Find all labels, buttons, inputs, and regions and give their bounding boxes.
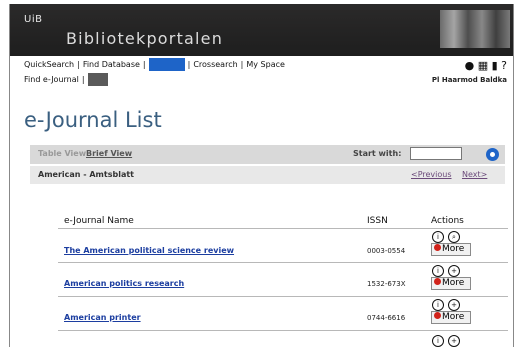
nav-find-ejournal-active[interactable] xyxy=(148,58,185,71)
lock-icon[interactable]: ▮ xyxy=(492,59,498,72)
table-view-link[interactable]: Table View xyxy=(38,149,86,158)
row-actions: i + xyxy=(432,335,464,347)
more-icon xyxy=(434,312,441,319)
info-icon[interactable]: i xyxy=(432,299,444,311)
row-actions: i ⌕ xyxy=(432,231,464,243)
col-header-actions: Actions xyxy=(431,216,464,226)
row-actions: i + xyxy=(432,265,464,277)
header-divider xyxy=(58,228,508,229)
journal-issn: 1532-673X xyxy=(367,280,406,288)
search-icon[interactable]: ⌕ xyxy=(448,231,460,243)
range-bar: American - Amtsblatt <Previous Next> xyxy=(30,166,505,184)
header-icons: ● ▦ ▮ ? xyxy=(465,59,507,72)
nav-ejournal-list[interactable] xyxy=(87,73,108,86)
add-icon[interactable]: + xyxy=(448,265,460,277)
globe-icon[interactable]: ● xyxy=(465,59,475,72)
go-button[interactable] xyxy=(486,148,499,161)
more-icon xyxy=(434,244,441,251)
user-name: Pl Haarmod Baldka xyxy=(431,76,507,84)
nav-quicksearch[interactable]: QuickSearch xyxy=(24,60,74,69)
journal-link[interactable]: American politics research xyxy=(64,279,184,288)
info-icon[interactable]: i xyxy=(432,335,444,347)
start-with-label: Start with: xyxy=(353,149,402,158)
info-icon[interactable]: i xyxy=(432,231,444,243)
journal-issn: 0003-0554 xyxy=(367,247,406,255)
range-label: American - Amtsblatt xyxy=(38,170,134,179)
row-divider xyxy=(58,330,508,331)
header: UiB Bibliotekportalen QuickSearch | Find D… xyxy=(10,4,513,94)
more-icon xyxy=(434,278,441,285)
journal-link[interactable]: The American political science review xyxy=(64,246,234,255)
nav-crossearch[interactable]: Crossearch xyxy=(193,60,237,69)
page-title: e-Journal List xyxy=(24,108,162,132)
info-icon[interactable]: i xyxy=(432,265,444,277)
next-link[interactable]: Next> xyxy=(462,170,487,179)
nav-my-space[interactable]: My Space xyxy=(246,60,285,69)
col-header-name: e-Journal Name xyxy=(64,216,134,226)
primary-nav: QuickSearch | Find Database | | Crossearch | My… xyxy=(24,58,285,71)
row-divider xyxy=(58,296,508,297)
secondary-nav: Find e-Journal | xyxy=(24,73,108,86)
row-divider xyxy=(58,262,508,263)
row-actions: i + xyxy=(432,299,464,311)
more-button[interactable]: More xyxy=(431,243,471,256)
library-icon[interactable]: ▦ xyxy=(478,59,488,72)
nav-find-database[interactable]: Find Database xyxy=(83,60,140,69)
journal-link[interactable]: American printer xyxy=(64,313,141,322)
view-toolbar: Table View Brief View Start with: xyxy=(30,145,505,164)
journal-issn: 0744-6616 xyxy=(367,314,406,322)
uib-logo: UiB xyxy=(24,14,43,25)
col-header-issn: ISSN xyxy=(367,216,388,226)
start-with-input[interactable] xyxy=(410,147,462,160)
browser-frame: UiB Bibliotekportalen QuickSearch | Find D… xyxy=(9,4,514,347)
help-icon[interactable]: ? xyxy=(501,59,507,72)
previous-link[interactable]: <Previous xyxy=(411,170,452,179)
more-button[interactable]: More xyxy=(431,311,471,324)
building-image xyxy=(440,10,510,48)
add-icon[interactable]: + xyxy=(448,299,460,311)
nav-find-ejournal[interactable]: Find e-Journal xyxy=(24,75,79,84)
portal-title: Bibliotekportalen xyxy=(66,29,224,48)
banner: UiB Bibliotekportalen xyxy=(10,4,513,56)
more-button[interactable]: More xyxy=(431,277,471,290)
add-icon[interactable]: + xyxy=(448,335,460,347)
brief-view-link[interactable]: Brief View xyxy=(86,149,132,158)
